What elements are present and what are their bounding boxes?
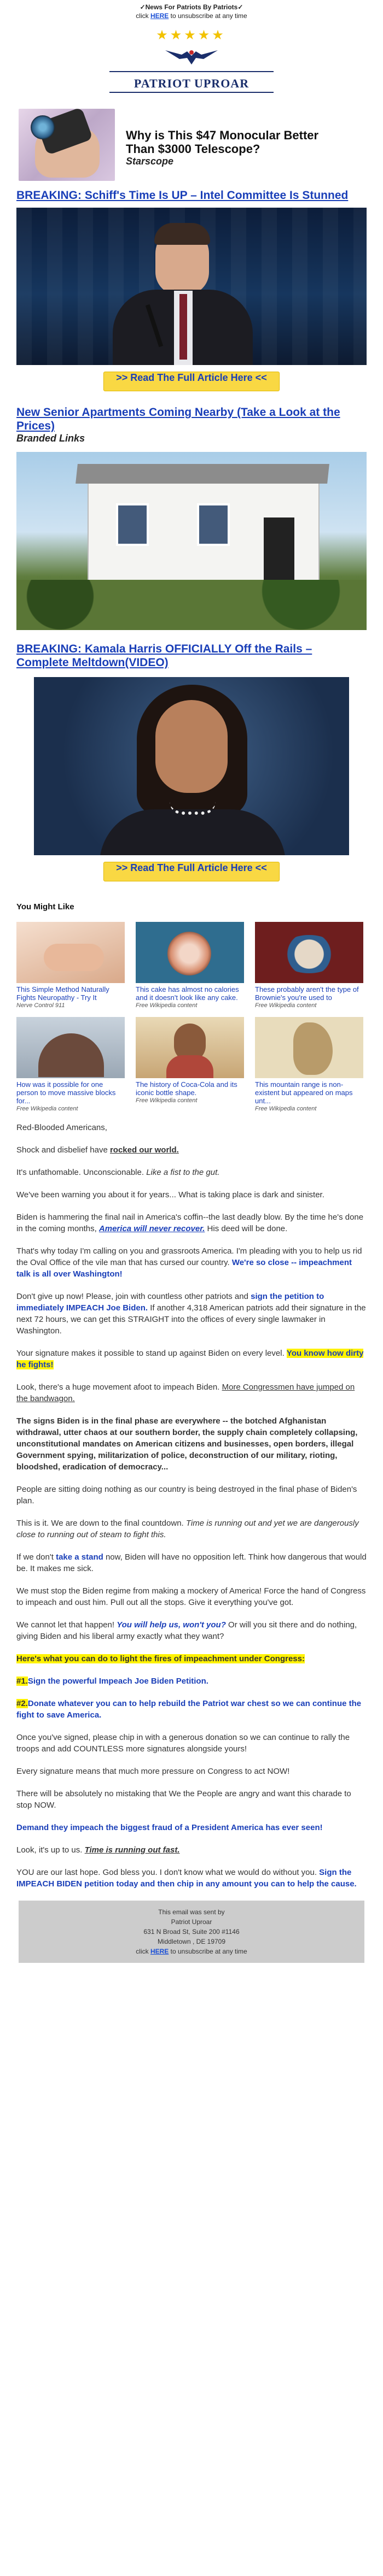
letter-paragraph: Demand they impeach the biggest fraud of…: [16, 1823, 323, 1832]
letter-paragraph: Shock and disbelief have rocked our worl…: [16, 1145, 179, 1155]
recommendation-card[interactable]: This mountain range is non-existent but …: [255, 1017, 363, 1112]
recommendation-caption: This Simple Method Naturally Fights Neur…: [16, 985, 109, 1002]
story-schiff: BREAKING: Schiff's Time Is UP – Intel Co…: [16, 189, 367, 391]
recommendation-caption: The history of Coca-Cola and its iconic …: [136, 1080, 237, 1097]
sponsored-apartments-title[interactable]: New Senior Apartments Coming Nearby (Tak…: [16, 406, 340, 432]
logo-bar-bottom: [109, 92, 274, 93]
email-container: ✓News For Patriots By Patriots✓ click HE…: [16, 0, 367, 1963]
recommendation-source: Free Wikipedia content: [16, 1105, 78, 1112]
apartments-photo[interactable]: [16, 452, 367, 630]
letter-paragraph: YOU are our last hope. God bless you. I …: [16, 1868, 357, 1889]
story-schiff-title[interactable]: BREAKING: Schiff's Time Is UP – Intel Co…: [16, 189, 367, 202]
jacket: [100, 809, 286, 855]
window-icon: [116, 503, 149, 546]
recommendation-image: [136, 922, 244, 983]
recommendation-source: Nerve Control 911: [16, 1002, 65, 1009]
recommendation-source: Free Wikipedia content: [255, 1105, 317, 1112]
monocular-ad-title[interactable]: Why is This $47 Monocular Better Than $3…: [126, 128, 345, 156]
unsubscribe-line: click HERE to unsubscribe at any time: [136, 12, 247, 20]
logo-text: PATRIOT UPROAR: [134, 77, 249, 90]
recommendation-image: [136, 1017, 244, 1078]
door-icon: [264, 517, 294, 585]
recommendation-source: Free Wikipedia content: [255, 1002, 317, 1009]
recommendation-card[interactable]: This cake has almost no calories and it …: [136, 922, 244, 1009]
garden: [16, 580, 367, 630]
email-footer: This email was sent by Patriot Uproar 63…: [19, 1901, 364, 1963]
recommendation-caption: How was it possible for one person to mo…: [16, 1080, 116, 1105]
newsletter-tagline: ✓News For Patriots By Patriots✓: [140, 3, 243, 11]
letter-paragraph: There will be absolutely no mistaking th…: [16, 1789, 351, 1810]
you-might-like: You Might Like This Simple Method Natura…: [16, 902, 367, 1115]
sponsored-apartments: New Senior Apartments Coming Nearby (Tak…: [16, 405, 367, 630]
letter-paragraph: Don't give up now! Please, join with cou…: [16, 1292, 366, 1336]
letter-paragraph: Here's what you can do to light the fire…: [16, 1654, 305, 1663]
sponsored-apartments-source: Branded Links: [16, 433, 85, 444]
letter-paragraph: The signs Biden is in the final phase ar…: [16, 1416, 358, 1472]
patriot-uproar-logo[interactable]: ★★★★★ PATRIOT UPROAR: [109, 25, 274, 93]
letter-paragraph: Look, there's a huge movement afoot to i…: [16, 1383, 355, 1403]
recommendation-card[interactable]: The history of Coca-Cola and its iconic …: [136, 1017, 244, 1104]
story-schiff-cta-button[interactable]: >> Read The Full Article Here <<: [103, 372, 280, 391]
lens-icon: [31, 115, 55, 139]
logo-bar-top: [109, 71, 274, 72]
recommendation-caption: These probably aren't the type of Browni…: [255, 985, 359, 1002]
letter-greeting: Red-Blooded Americans,: [16, 1123, 107, 1132]
necklace-icon: [170, 802, 216, 815]
letter-paragraph: #2.Donate whatever you can to help rebui…: [16, 1699, 362, 1720]
recommendation-caption: This cake has almost no calories and it …: [136, 985, 239, 1002]
recommendation-card[interactable]: How was it possible for one person to mo…: [16, 1017, 125, 1112]
sign-petition-step-link[interactable]: Sign the powerful Impeach Joe Biden Peti…: [28, 1677, 208, 1686]
monocular-ad[interactable]: Why is This $47 Monocular Better Than $3…: [16, 103, 362, 185]
recommendation-image: [16, 922, 125, 983]
letter-paragraph: It's unfathomable. Unconscionable. Like …: [16, 1168, 220, 1177]
letter-paragraph: Look, it's up to us. Time is running out…: [16, 1845, 180, 1855]
letter-paragraph: People are sitting doing nothing as our …: [16, 1485, 357, 1505]
house-roof: [76, 464, 329, 484]
recommendation-card[interactable]: This Simple Method Naturally Fights Neur…: [16, 922, 125, 1009]
kamala-photo[interactable]: [34, 677, 349, 855]
you-might-like-heading: You Might Like: [16, 902, 74, 911]
recommendation-image: [255, 922, 363, 983]
story-kamala-cta-button[interactable]: >> Read The Full Article Here <<: [103, 862, 280, 881]
recommendation-image: [255, 1017, 363, 1078]
letter-paragraph: That's why today I'm calling on you and …: [16, 1246, 362, 1279]
monocular-ad-source: Starscope: [126, 156, 174, 167]
recommendation-source: Free Wikipedia content: [136, 1002, 198, 1009]
letter-paragraph: Every signature means that much more pre…: [16, 1767, 290, 1776]
face: [155, 700, 228, 793]
recommendation-card[interactable]: These probably aren't the type of Browni…: [255, 922, 363, 1009]
letter-paragraph: We've been warning you about it for year…: [16, 1190, 324, 1199]
letter-paragraph: Once you've signed, please chip in with …: [16, 1733, 350, 1754]
letter-body: Red-Blooded Americans, Shock and disbeli…: [16, 1122, 367, 1890]
map-icon: [293, 1022, 333, 1075]
stars-icon: ★★★★★: [156, 28, 226, 43]
story-kamala: BREAKING: Kamala Harris OFFICIALLY Off t…: [16, 642, 367, 881]
letter-paragraph: #1.Sign the powerful Impeach Joe Biden P…: [16, 1677, 208, 1686]
letter-paragraph: If we don't take a stand now, Biden will…: [16, 1552, 367, 1573]
monocular-ad-image[interactable]: [19, 109, 115, 181]
window-icon: [197, 503, 230, 546]
letter-paragraph: Biden is hammering the final nail in Ame…: [16, 1213, 364, 1233]
eagle-icon: [165, 50, 218, 64]
top-bar: ✓News For Patriots By Patriots✓ click HE…: [16, 0, 367, 20]
letter-paragraph: We cannot let that happen! You will help…: [16, 1620, 357, 1641]
schiff-photo[interactable]: [16, 208, 367, 365]
letter-paragraph: We must stop the Biden regime from makin…: [16, 1586, 366, 1607]
recommendation-source: Free Wikipedia content: [136, 1097, 198, 1104]
recommendation-image: [16, 1017, 125, 1078]
recommendation-caption: This mountain range is non-existent but …: [255, 1080, 353, 1105]
story-kamala-title[interactable]: BREAKING: Kamala Harris OFFICIALLY Off t…: [16, 642, 367, 669]
unsubscribe-link-footer[interactable]: HERE: [150, 1948, 169, 1955]
unsubscribe-link-top[interactable]: HERE: [150, 12, 169, 20]
letter-paragraph: Your signature makes it possible to stan…: [16, 1349, 364, 1369]
donate-step-link[interactable]: Donate whatever you can to help rebuild …: [16, 1699, 361, 1720]
letter-paragraph: This is it. We are down to the final cou…: [16, 1519, 359, 1539]
